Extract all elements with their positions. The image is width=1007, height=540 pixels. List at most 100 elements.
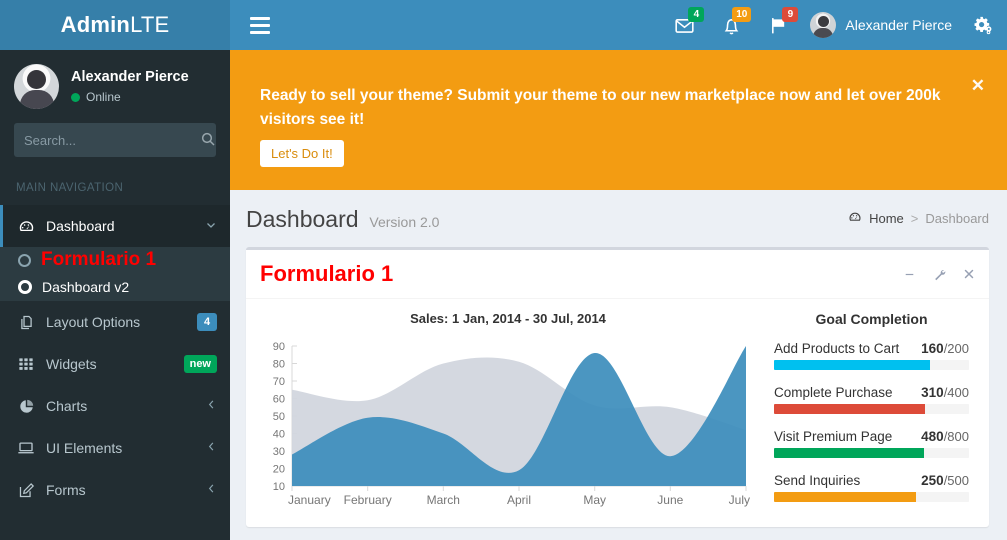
top-navbar: 4 10 9 Alexander Pierce — [230, 0, 1007, 50]
goal-item: Complete Purchase 310/400 — [774, 385, 969, 414]
content-wrapper: ✕ Ready to sell your theme? Submit your … — [230, 50, 1007, 540]
navbar-user-name: Alexander Pierce — [845, 17, 952, 33]
sidebar-item-label: Dashboard — [46, 218, 115, 234]
brand-bold: Admin — [60, 12, 131, 37]
brand-light: LTE — [130, 12, 170, 37]
sales-chart-panel: Sales: 1 Jan, 2014 - 30 Jul, 2014 10 20 30… — [256, 311, 756, 517]
sidebar-item-dashboard-link[interactable]: Dashboard — [0, 205, 230, 247]
sidebar-user-status-label: Online — [86, 90, 121, 104]
sidebar-item-widgets: Widgets new — [0, 343, 230, 385]
circle-filled-icon — [18, 280, 32, 294]
svg-text:10: 10 — [273, 481, 285, 493]
box-body: Sales: 1 Jan, 2014 - 30 Jul, 2014 10 20 30… — [246, 299, 989, 527]
dashboard-icon — [848, 210, 862, 227]
sidebar-item-label: Widgets — [46, 356, 97, 372]
svg-text:90: 90 — [273, 341, 285, 353]
sidebar-item-charts-link[interactable]: Charts — [0, 385, 230, 427]
user-menu-button[interactable]: Alexander Pierce — [802, 0, 964, 50]
breadcrumb: Home > Dashboard — [848, 210, 989, 227]
goal-value: 310/400 — [921, 385, 969, 400]
breadcrumb-separator: > — [910, 211, 919, 226]
circle-outline-icon — [18, 253, 31, 267]
sidebar-item-ui-elements: UI Elements — [0, 427, 230, 469]
goal-row: Add Products to Cart 160/200 — [774, 341, 969, 356]
goal-row: Complete Purchase 310/400 — [774, 385, 969, 400]
sidebar-item-charts: Charts — [0, 385, 230, 427]
sidebar-menu: Dashboard Formulario 1 Dashboard v2 Layo… — [0, 205, 230, 511]
goal-item: Add Products to Cart 160/200 — [774, 341, 969, 370]
svg-text:50: 50 — [273, 411, 285, 423]
sidebar-item-label: Forms — [46, 482, 86, 498]
search-box[interactable] — [14, 123, 216, 157]
search-icon — [200, 131, 216, 150]
goal-value: 480/800 — [921, 429, 969, 444]
svg-text:60: 60 — [273, 394, 285, 406]
sidebar-item-label: UI Elements — [46, 440, 123, 456]
avatar — [810, 12, 837, 38]
sidebar-item-layout-options: Layout Options 4 — [0, 301, 230, 343]
settings-button[interactable] — [931, 266, 948, 283]
pie-chart-icon — [17, 398, 35, 415]
search-input[interactable] — [24, 132, 200, 148]
goal-item: Visit Premium Page 480/800 — [774, 429, 969, 458]
progress-track — [774, 492, 969, 502]
progress-bar — [774, 360, 930, 370]
sidebar-toggle-button[interactable] — [238, 0, 282, 50]
chart-svg: 10 20 30 40 50 60 70 80 90 January February March Ap… — [273, 341, 750, 507]
laptop-icon — [17, 439, 35, 457]
progress-track — [774, 360, 969, 370]
breadcrumb-home-link[interactable]: Home — [869, 211, 904, 226]
messages-menu-button[interactable]: 4 — [661, 0, 708, 50]
sidebar-item-forms: Forms — [0, 469, 230, 511]
chevron-down-icon — [205, 219, 217, 234]
search-button[interactable] — [200, 131, 216, 150]
notifications-menu-button[interactable]: 10 — [708, 0, 755, 50]
goal-label: Complete Purchase — [774, 385, 893, 400]
sidebar-user-panel: Alexander Pierce Online — [0, 50, 230, 123]
avatar — [14, 64, 59, 109]
goal-completion-title: Goal Completion — [815, 311, 928, 327]
promo-alert-banner: ✕ Ready to sell your theme? Submit your … — [230, 50, 1007, 190]
sidebar-nav-header: MAIN NAVIGATION — [16, 182, 124, 194]
promo-alert-text: Ready to sell your theme? Submit your th… — [260, 87, 941, 129]
svg-text:June: June — [657, 493, 683, 507]
bars-icon-line-1 — [250, 16, 270, 20]
brand-logo-text: AdminLTE — [61, 12, 170, 38]
sidebar-item-forms-link[interactable]: Forms — [0, 469, 230, 511]
dashboard-icon — [17, 218, 35, 235]
control-sidebar-toggle[interactable] — [964, 0, 1007, 50]
brand-logo[interactable]: AdminLTE — [0, 0, 230, 50]
tasks-menu-button[interactable]: 9 — [755, 0, 802, 50]
bars-icon-line-3 — [250, 30, 270, 34]
svg-text:July: July — [729, 493, 750, 507]
collapse-button[interactable] — [901, 266, 918, 283]
grid-icon — [17, 356, 35, 372]
box-title: Formulario 1 — [260, 261, 394, 286]
svg-text:February: February — [344, 493, 392, 507]
goal-row: Send Inquiries 250/500 — [774, 473, 969, 488]
svg-text:80: 80 — [273, 359, 285, 371]
goal-completion-panel: Goal Completion Add Products to Cart 160… — [756, 311, 979, 517]
sidebar-user-name: Alexander Pierce — [71, 69, 189, 85]
box-tools — [901, 266, 977, 283]
notifications-badge: 10 — [732, 7, 752, 22]
chevron-left-icon — [206, 441, 217, 455]
sidebar-subitem-dashboard-v2[interactable]: Dashboard v2 — [0, 273, 230, 301]
formulario-box: Formulario 1 Sales: 1 Jan, 2014 - 30 Jul… — [246, 247, 989, 527]
remove-button[interactable] — [961, 266, 977, 282]
sidebar-item-widgets-link[interactable]: Widgets new — [0, 343, 230, 385]
sidebar-search-form — [0, 123, 230, 171]
progress-track — [774, 448, 969, 458]
sales-area-chart: 10 20 30 40 50 60 70 80 90 January February March Ap… — [260, 340, 756, 510]
sidebar-item-layout-options-link[interactable]: Layout Options 4 — [0, 301, 230, 343]
sidebar-item-ui-elements-link[interactable]: UI Elements — [0, 427, 230, 469]
sidebar-subitem-label: Dashboard v2 — [42, 279, 130, 295]
online-status-dot — [71, 92, 80, 102]
sidebar-item-badge: new — [183, 355, 217, 373]
close-icon[interactable]: ✕ — [971, 77, 985, 94]
goal-item: Send Inquiries 250/500 — [774, 473, 969, 502]
edit-icon — [17, 482, 35, 499]
promo-cta-button[interactable]: Let's Do It! — [260, 140, 344, 168]
svg-text:70: 70 — [273, 376, 285, 388]
sidebar-subitem-formulario-1[interactable]: Formulario 1 — [0, 247, 230, 273]
